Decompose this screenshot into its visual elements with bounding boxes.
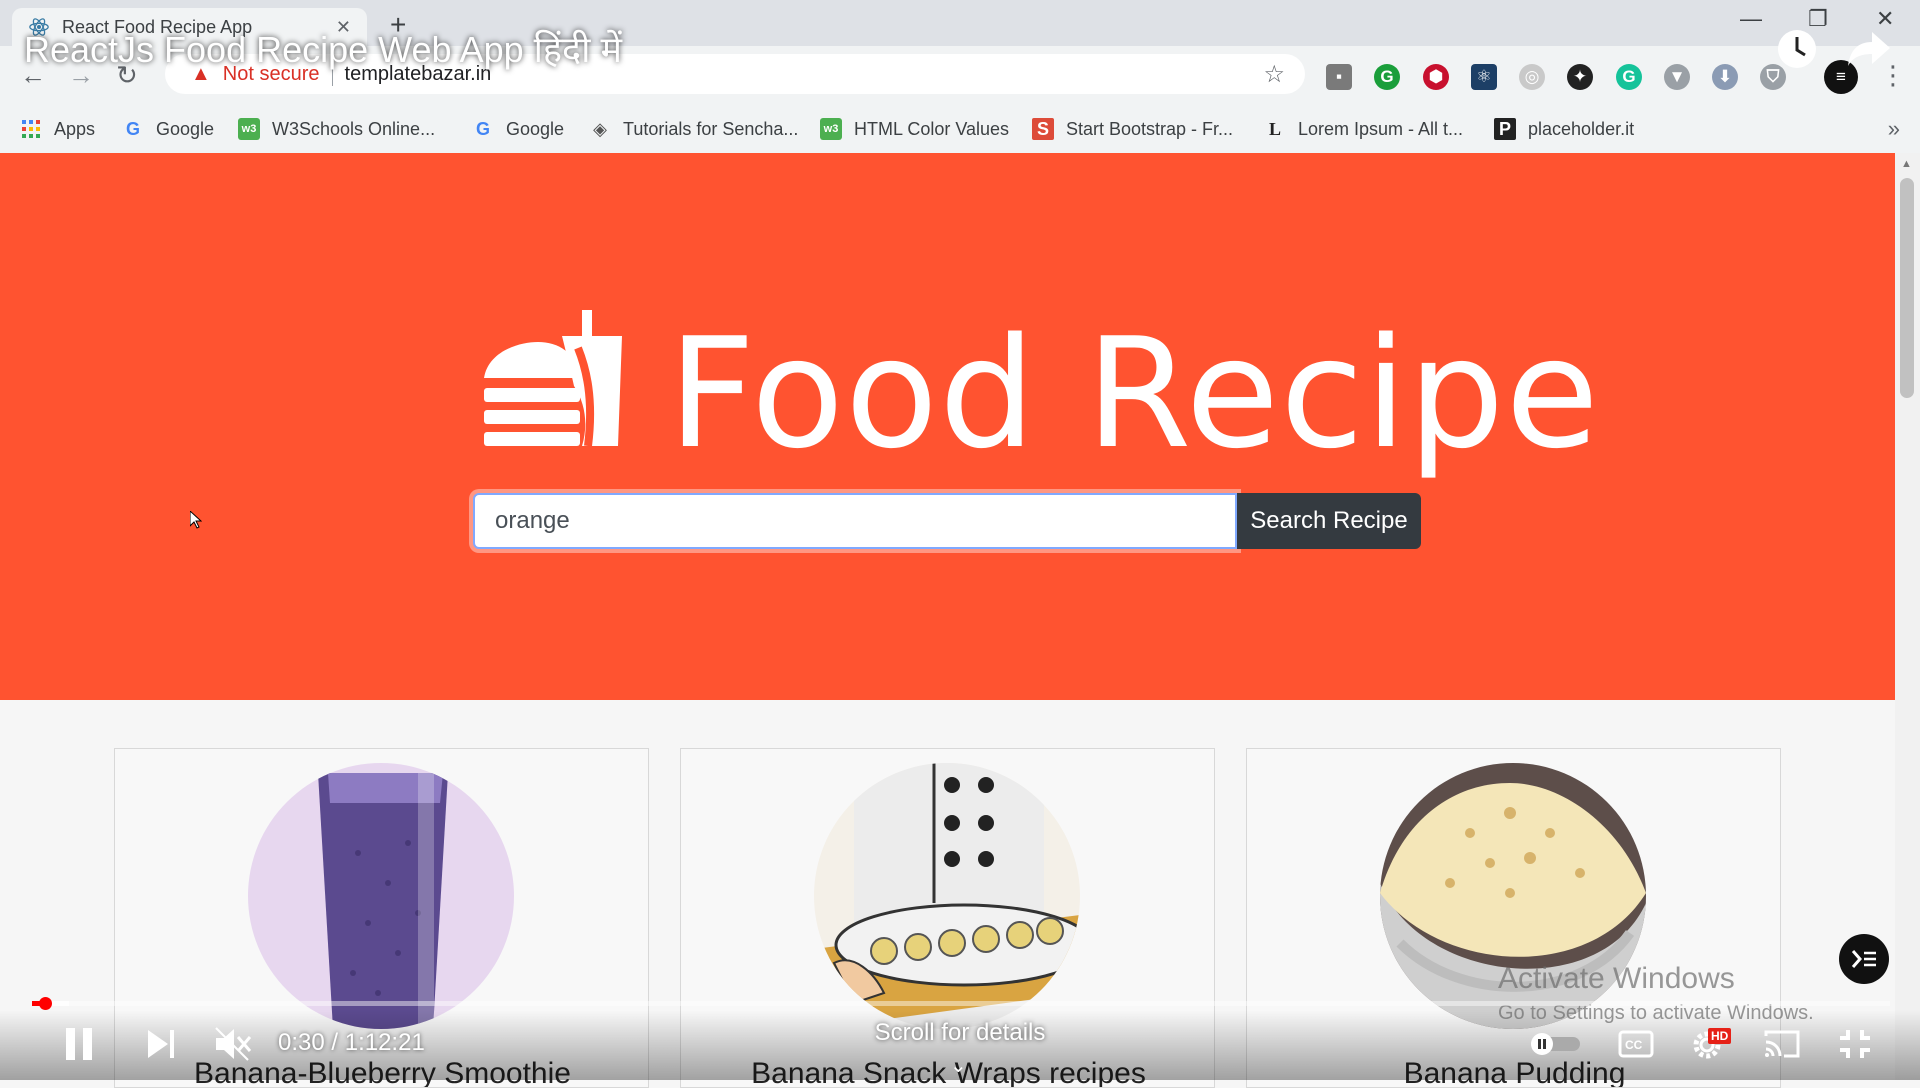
bookmark-placeholder[interactable]: P placeholder.it (1494, 118, 1634, 140)
bookmarks-bar: Apps G Google w3 W3Schools Online... G G… (0, 108, 1920, 154)
video-title[interactable]: ReactJs Food Recipe Web App हिंदी में (24, 24, 622, 73)
w3schools-icon: w3 (820, 118, 842, 140)
paw-extension-icon[interactable]: ✦ (1567, 64, 1593, 90)
sencha-icon: ◈ (593, 118, 607, 139)
bookmark-label: HTML Color Values (854, 118, 1010, 139)
google-icon: G (475, 118, 490, 139)
placeholder-icon: P (1494, 118, 1516, 140)
bookmark-star-icon[interactable]: ☆ (1263, 60, 1285, 89)
bookmark-label: Tutorials for Sencha... (623, 118, 799, 139)
bookmark-apps[interactable]: Apps (20, 118, 95, 140)
brand-title: Food Recipe (668, 305, 1600, 482)
recipe-image[interactable] (814, 763, 1080, 1029)
scroll-up-icon[interactable]: ▲ (1901, 158, 1912, 170)
recipe-image[interactable] (248, 763, 514, 1029)
autoplay-toggle[interactable] (1530, 1032, 1582, 1056)
bookmark-label: placeholder.it (1528, 118, 1635, 139)
bookmark-google-2[interactable]: G Google (472, 118, 564, 140)
grammarly-green-extension-icon[interactable]: G (1374, 64, 1400, 90)
adblock-extension-icon[interactable]: ⬢ (1423, 64, 1449, 90)
search-field[interactable] (473, 493, 1237, 549)
bookmark-label: Start Bootstrap - Fr... (1066, 118, 1234, 139)
bookmark-start-bootstrap[interactable]: S Start Bootstrap - Fr... (1032, 118, 1233, 140)
hd-badge: HD (1708, 1028, 1732, 1044)
camera-extension-icon[interactable]: ▪ (1326, 64, 1352, 90)
share-icon[interactable] (1846, 30, 1892, 68)
scrubber-handle[interactable] (39, 997, 52, 1010)
chevron-down-icon[interactable]: ⌄ (950, 1053, 967, 1078)
browser-chrome: React Food Recipe App ✕ + — ❐ ✕ ← → ↻ ▲ … (0, 0, 1920, 154)
bookmark-lorem-ipsum[interactable]: L Lorem Ipsum - All t... (1264, 118, 1463, 140)
video-progress-bar[interactable] (32, 997, 1890, 1010)
watch-later-icon[interactable] (1776, 28, 1818, 70)
circle-extension-icon[interactable]: ◎ (1519, 64, 1545, 90)
google-icon: G (125, 118, 140, 139)
mouse-cursor-icon (190, 511, 202, 529)
burger-drink-logo-icon (484, 310, 622, 447)
search-recipe-button[interactable]: Search Recipe (1237, 493, 1421, 549)
bookmark-html-colors[interactable]: w3 HTML Color Values (820, 118, 1009, 140)
search-input[interactable] (493, 506, 1097, 536)
svg-text:CC: CC (1625, 1038, 1643, 1052)
exit-fullscreen-icon[interactable] (1838, 1028, 1872, 1060)
bookmark-label: Google (506, 118, 565, 139)
page-scrollbar[interactable]: ▲ (1895, 153, 1920, 1080)
minimize-icon[interactable]: — (1740, 6, 1762, 32)
react-devtools-extension-icon[interactable]: ⚛ (1471, 64, 1497, 90)
vue-extension-icon[interactable]: ▼ (1664, 64, 1690, 90)
grammarly-extension-icon[interactable]: G (1616, 64, 1642, 90)
bookmark-sencha[interactable]: ◈ Tutorials for Sencha... (589, 118, 798, 140)
start-bootstrap-icon: S (1032, 118, 1054, 140)
scrollbar-thumb[interactable] (1900, 178, 1914, 398)
bookmark-w3schools[interactable]: w3 W3Schools Online... (238, 118, 435, 140)
apps-grid-icon (20, 118, 42, 140)
bookmark-label: Apps (54, 118, 96, 139)
bookmark-label: W3Schools Online... (272, 118, 436, 139)
captions-icon[interactable]: CC (1618, 1030, 1654, 1058)
watermark-title: Activate Windows (1498, 962, 1735, 995)
bookmark-google[interactable]: G Google (122, 118, 214, 140)
bookmark-label: Lorem Ipsum - All t... (1298, 118, 1464, 139)
more-bookmarks-icon[interactable]: » (1888, 116, 1900, 142)
w3schools-icon: w3 (238, 118, 260, 140)
download-extension-icon[interactable]: ⬇ (1712, 64, 1738, 90)
cast-icon[interactable] (1762, 1028, 1802, 1060)
lorem-ipsum-icon: L (1268, 118, 1281, 139)
bookmark-label: Google (156, 118, 215, 139)
close-window-icon[interactable]: ✕ (1876, 6, 1894, 32)
playlist-queue-icon[interactable] (1838, 933, 1890, 985)
